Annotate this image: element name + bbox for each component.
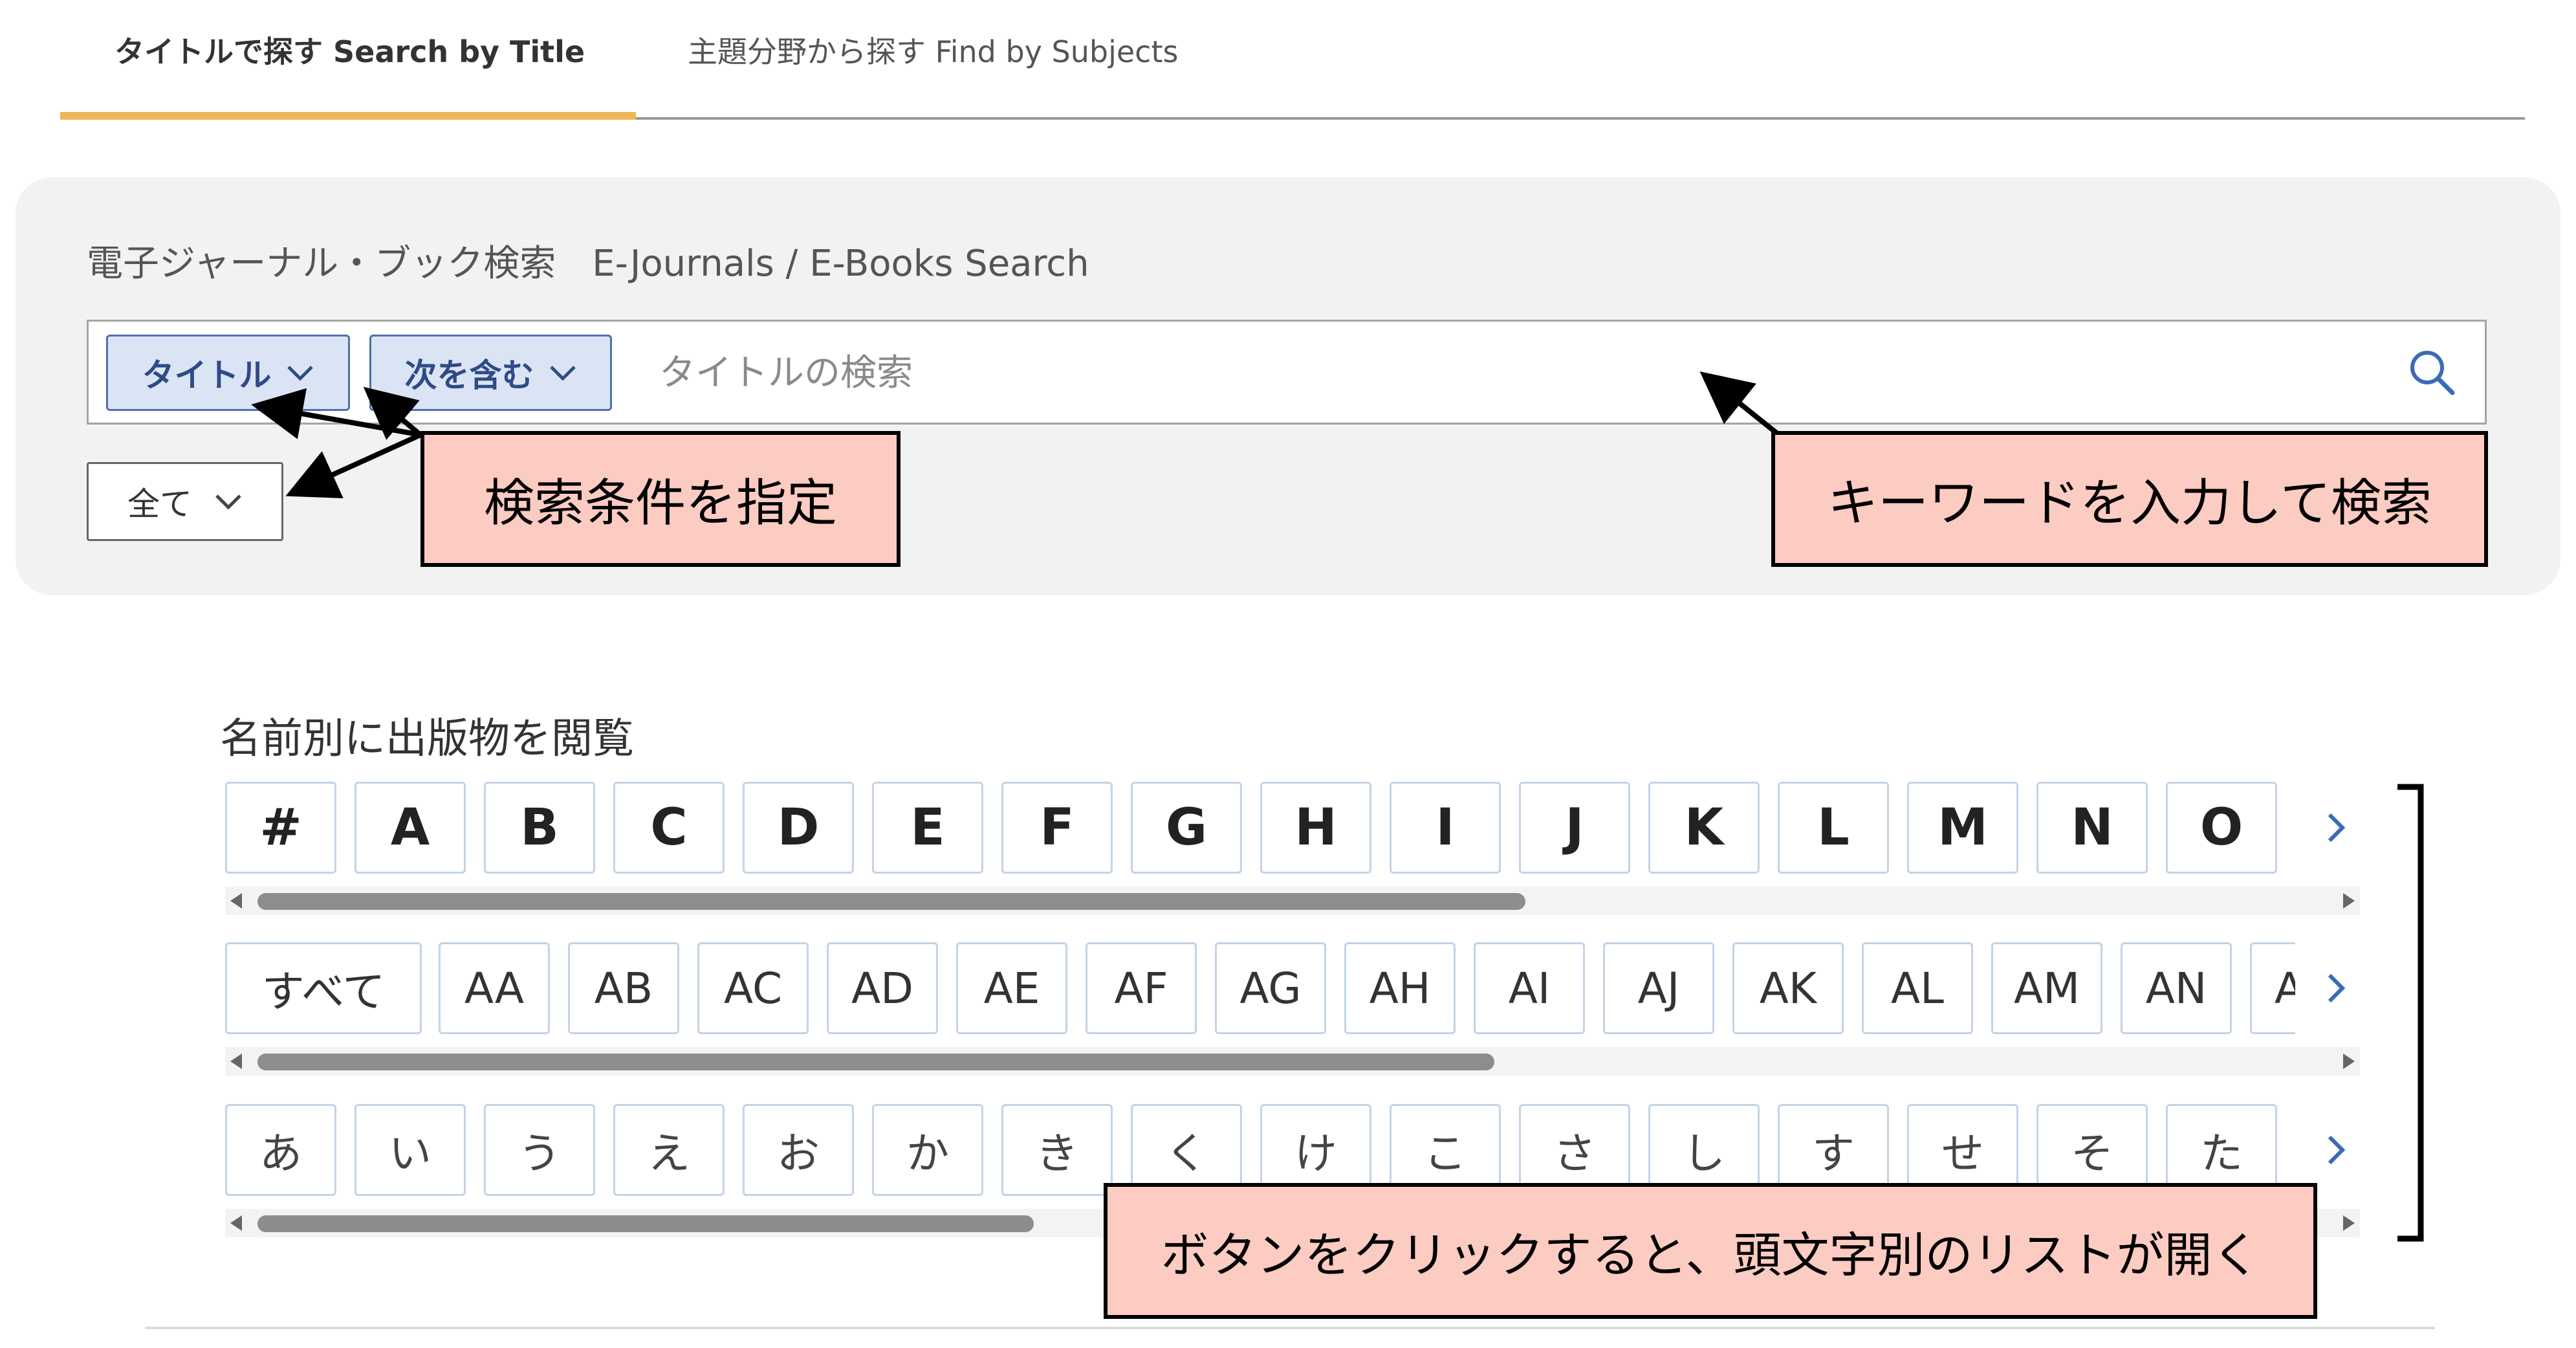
active-tab-indicator bbox=[60, 112, 636, 120]
browse-key-button[interactable]: A bbox=[355, 782, 466, 874]
browse-key-button[interactable]: す bbox=[1778, 1104, 1889, 1196]
browse-key-button[interactable]: AD bbox=[827, 942, 938, 1034]
browse-key-button[interactable]: AE bbox=[956, 942, 1067, 1034]
browse-key-button[interactable]: AN bbox=[2121, 942, 2232, 1034]
browse-key-button[interactable]: そ bbox=[2036, 1104, 2148, 1196]
alpha-key-row: # A B C D E F G H I J K L M N O bbox=[225, 782, 2295, 879]
browse-key-button[interactable]: AL bbox=[1862, 942, 1973, 1034]
browse-key-button[interactable]: く bbox=[1131, 1104, 1242, 1196]
browse-key-button[interactable]: AJ bbox=[1603, 942, 1714, 1034]
browse-key-button[interactable]: あ bbox=[225, 1104, 336, 1196]
chevron-right-icon bbox=[2328, 813, 2346, 843]
chevron-right-icon bbox=[2328, 1135, 2346, 1165]
browse-key-button[interactable]: か bbox=[872, 1104, 983, 1196]
match-type-dropdown[interactable]: 次を含む bbox=[369, 335, 612, 411]
chevron-down-icon bbox=[549, 366, 576, 381]
browse-key-button[interactable]: O bbox=[2166, 782, 2277, 874]
chevron-right-icon bbox=[2328, 973, 2346, 1003]
chevron-down-icon bbox=[287, 366, 313, 381]
browse-key-button[interactable]: え bbox=[613, 1104, 725, 1196]
callout-search-conditions: 検索条件を指定 bbox=[420, 431, 901, 567]
browse-key-button[interactable]: う bbox=[484, 1104, 595, 1196]
scroll-left-icon[interactable] bbox=[230, 893, 242, 909]
row-double-next-button[interactable] bbox=[2313, 942, 2359, 1034]
scroll-right-icon[interactable] bbox=[2343, 1054, 2355, 1069]
browse-key-button[interactable]: AB bbox=[568, 942, 679, 1034]
browse-key-button[interactable]: C bbox=[613, 782, 725, 874]
browse-key-button[interactable]: すべて bbox=[225, 942, 422, 1034]
section-divider bbox=[145, 1327, 2435, 1329]
chevron-down-icon bbox=[215, 494, 241, 510]
browse-key-button[interactable]: い bbox=[355, 1104, 466, 1196]
match-type-label: 次を含む bbox=[404, 357, 534, 394]
browse-key-button[interactable]: た bbox=[2166, 1104, 2277, 1196]
browse-key-button[interactable]: AI bbox=[1474, 942, 1585, 1034]
scroll-left-icon[interactable] bbox=[230, 1054, 242, 1069]
browse-key-button[interactable]: # bbox=[225, 782, 336, 874]
scroll-right-icon[interactable] bbox=[2343, 893, 2355, 909]
resource-type-label: 全て bbox=[127, 485, 192, 523]
browse-key-button[interactable]: せ bbox=[1907, 1104, 2018, 1196]
row-alpha-next-button[interactable] bbox=[2313, 782, 2359, 874]
browse-key-button[interactable]: AM bbox=[1991, 942, 2102, 1034]
tab-divider bbox=[636, 117, 2525, 120]
search-heading: 電子ジャーナル・ブック検索 E-Journals / E-Books Searc… bbox=[87, 243, 1089, 285]
browse-key-button[interactable]: AC bbox=[697, 942, 809, 1034]
browse-key-button[interactable]: N bbox=[2036, 782, 2148, 874]
callout-keyword-search: キーワードを入力して検索 bbox=[1771, 431, 2488, 567]
browse-key-button[interactable]: G bbox=[1131, 782, 1242, 874]
search-field-dropdown[interactable]: タイトル bbox=[106, 335, 350, 411]
scrollbar-thumb[interactable] bbox=[257, 1215, 1034, 1232]
browse-key-button[interactable]: B bbox=[484, 782, 595, 874]
browse-key-button[interactable]: AA bbox=[439, 942, 550, 1034]
callout-browse-buttons: ボタンをクリックすると、頭文字別のリストが開く bbox=[1104, 1183, 2317, 1319]
browse-heading: 名前別に出版物を閲覧 bbox=[220, 715, 634, 763]
browse-key-button[interactable]: M bbox=[1907, 782, 2018, 874]
browse-key-button[interactable]: AK bbox=[1732, 942, 1844, 1034]
scrollbar-thumb[interactable] bbox=[257, 893, 1525, 910]
browse-key-button[interactable]: K bbox=[1648, 782, 1760, 874]
browse-key-button[interactable]: F bbox=[1001, 782, 1113, 874]
browse-key-button[interactable]: AG bbox=[1215, 942, 1326, 1034]
browse-key-button[interactable]: け bbox=[1260, 1104, 1371, 1196]
browse-key-button[interactable]: AF bbox=[1086, 942, 1197, 1034]
browse-key-button[interactable]: D bbox=[743, 782, 854, 874]
tab-search-by-title[interactable]: タイトルで探す Search by Title bbox=[115, 26, 585, 78]
browse-key-button[interactable]: AO bbox=[2250, 942, 2295, 1034]
search-field-label: タイトル bbox=[142, 357, 272, 394]
browse-key-button[interactable]: き bbox=[1001, 1104, 1113, 1196]
tab-bar: タイトルで探す Search by Title 主題分野から探す Find by… bbox=[60, 0, 2525, 122]
resource-type-dropdown[interactable]: 全て bbox=[87, 462, 283, 541]
browse-key-button[interactable]: こ bbox=[1390, 1104, 1501, 1196]
search-bar: タイトル 次を含む bbox=[87, 320, 2487, 425]
browse-key-button[interactable]: H bbox=[1260, 782, 1371, 874]
browse-key-button[interactable]: お bbox=[743, 1104, 854, 1196]
scrollbar-thumb[interactable] bbox=[257, 1054, 1494, 1070]
search-input[interactable] bbox=[658, 340, 2368, 406]
row-double-scrollbar[interactable] bbox=[225, 1047, 2360, 1076]
double-letter-key-row: すべてAAABACADAEAFAGAHAIAJAKALAMANAO bbox=[225, 942, 2295, 1039]
browse-key-button[interactable]: I bbox=[1390, 782, 1501, 874]
scroll-right-icon[interactable] bbox=[2343, 1215, 2355, 1231]
row-kana-next-button[interactable] bbox=[2313, 1104, 2359, 1196]
browse-key-button[interactable]: し bbox=[1648, 1104, 1760, 1196]
scroll-left-icon[interactable] bbox=[230, 1215, 242, 1231]
browse-key-button[interactable]: E bbox=[872, 782, 983, 874]
browse-key-button[interactable]: さ bbox=[1519, 1104, 1630, 1196]
browse-key-button[interactable]: L bbox=[1778, 782, 1889, 874]
browse-key-button[interactable]: AH bbox=[1344, 942, 1456, 1034]
row-alpha-scrollbar[interactable] bbox=[225, 887, 2360, 915]
search-icon[interactable] bbox=[2406, 346, 2458, 398]
tab-find-by-subjects[interactable]: 主題分野から探す Find by Subjects bbox=[688, 26, 1178, 78]
browse-key-button[interactable]: J bbox=[1519, 782, 1630, 874]
